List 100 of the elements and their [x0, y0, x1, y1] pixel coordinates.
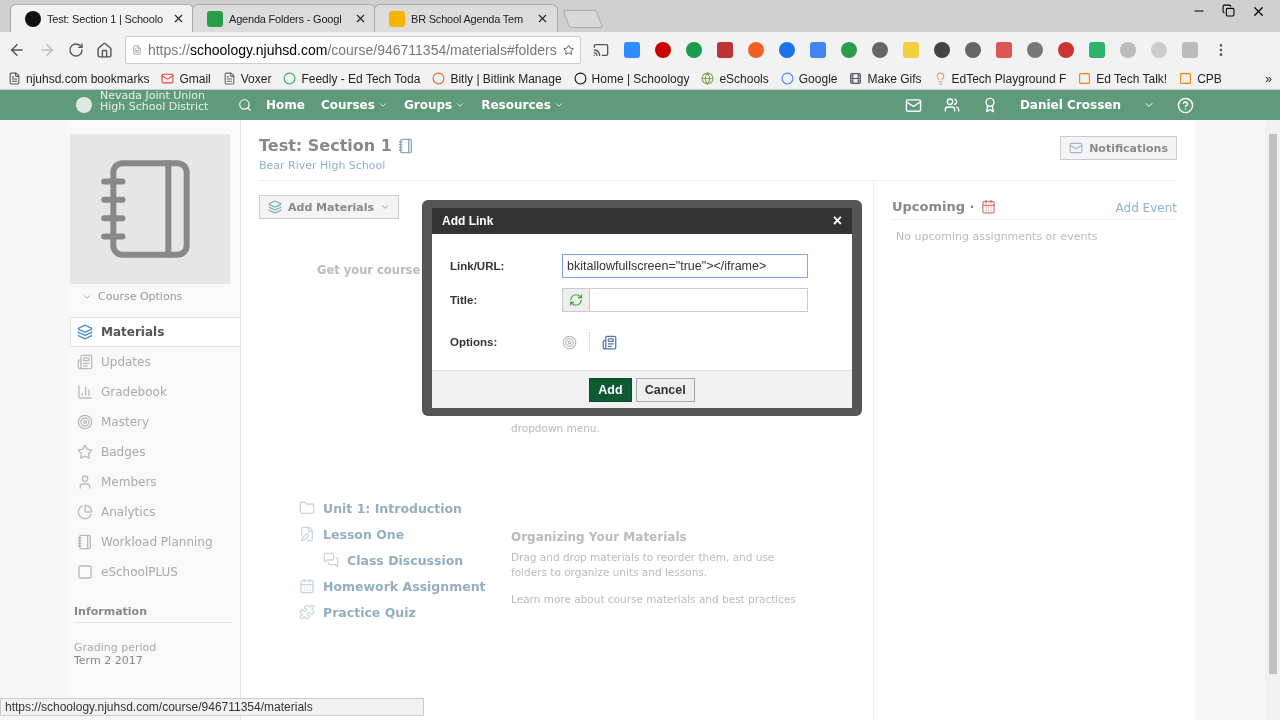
calendar-icon [980, 198, 996, 214]
more-bookmarks-button[interactable]: » [1265, 71, 1272, 86]
mail-icon [1069, 141, 1084, 155]
bookmark-link[interactable]: Ed Tech Talk! [1078, 71, 1168, 86]
bookmark-link[interactable]: Gmail [161, 71, 211, 86]
browser-tab[interactable]: Test: Section 1 | Schoolo [10, 4, 194, 32]
bookmark-icon [780, 72, 794, 85]
browser-tab[interactable]: BR School Agenda Tem [374, 4, 558, 32]
extension-icon[interactable] [655, 42, 671, 58]
logo-icon [76, 97, 92, 113]
learn-more-link[interactable]: Learn more about course materials and best practices [511, 592, 811, 607]
bookmark-icon [849, 72, 863, 85]
bookmark-star-icon[interactable] [562, 42, 574, 58]
sidebar-item[interactable]: Analytics [70, 497, 240, 527]
cast-icon[interactable] [593, 42, 609, 58]
mail-icon[interactable] [904, 96, 922, 114]
empty-message: No upcoming assignments or events [895, 230, 1099, 243]
nav-link[interactable]: Home [266, 98, 305, 112]
reload-icon[interactable] [68, 42, 84, 58]
material-item[interactable]: Practice Quiz [299, 604, 511, 620]
sidebar-item[interactable]: Gradebook [70, 377, 240, 407]
quiz-icon [299, 604, 315, 620]
material-item[interactable]: Homework Assignment [299, 578, 511, 594]
refresh-button[interactable] [563, 289, 590, 311]
bookmark-link[interactable]: CPB [1179, 71, 1222, 86]
search-icon[interactable] [238, 98, 252, 112]
add-button[interactable]: Add [589, 377, 632, 402]
text-block-icon[interactable] [602, 334, 617, 350]
caret-icon [553, 100, 564, 110]
url-input[interactable]: bkitallowfullscreen="true"></iframe> [562, 254, 808, 278]
members-icon [77, 474, 93, 490]
close-icon[interactable] [536, 12, 549, 25]
bookmark-link[interactable]: njuhsd.com bookmarks [8, 71, 150, 86]
grading-period-label: Grading period [73, 641, 158, 654]
bookmark-icon [701, 72, 715, 85]
field-label: Title: [450, 294, 479, 306]
bookmark-link[interactable]: Home | Schoology [573, 71, 690, 86]
sidebar-item[interactable]: Workload Planning [70, 527, 240, 557]
sidebar-item[interactable]: Badges [70, 437, 240, 467]
field-label: Link/URL: [450, 260, 506, 272]
people-icon[interactable] [943, 97, 960, 113]
extension-icon[interactable] [1027, 42, 1043, 58]
sidebar-item[interactable]: Updates [70, 347, 240, 377]
extension-icon[interactable] [872, 42, 888, 58]
status-bar-url: https://schoology.njuhsd.com/course/946711354/materials [0, 698, 424, 716]
nav-link[interactable]: Groups [403, 98, 466, 112]
bookmark-link[interactable]: eSchools [701, 71, 769, 86]
extension-icon[interactable] [1058, 42, 1074, 58]
sidebar-item[interactable]: eSchoolPLUS [70, 557, 240, 587]
discussion-icon [323, 552, 339, 568]
material-item[interactable]: Lesson One [299, 526, 511, 542]
organizing-title: Organizing Your Materials [511, 530, 688, 544]
refresh-icon [569, 293, 583, 307]
close-button[interactable]: × [832, 212, 842, 230]
cancel-button[interactable]: Cancel [635, 377, 695, 402]
folder-icon [299, 500, 315, 516]
bookmark-link[interactable]: EdTech Playground F [933, 71, 1067, 86]
forward-icon[interactable] [38, 41, 56, 59]
bookmark-icon [222, 72, 236, 85]
material-item[interactable]: Class Discussion [299, 552, 511, 568]
sidebar-item[interactable]: Mastery [70, 407, 240, 437]
user-name[interactable]: Daniel Crossen [1019, 98, 1121, 112]
nav-link[interactable]: Resources [481, 98, 564, 112]
home-icon[interactable] [96, 41, 113, 59]
bookmark-link[interactable]: Feedly - Ed Tech Toda [283, 71, 421, 86]
bookmark-icon [1179, 72, 1193, 85]
sidebar-item[interactable]: Members [70, 467, 240, 497]
bookmark-icon [432, 72, 446, 85]
restore-icon[interactable] [1222, 3, 1235, 17]
bookmark-link[interactable]: Bitly | Bitlink Manage [432, 71, 562, 86]
title-input[interactable] [562, 288, 808, 312]
bookmark-link[interactable]: Voxer [222, 71, 272, 86]
material-item[interactable]: Unit 1: Introduction [299, 500, 511, 516]
bookmark-link[interactable]: Google [780, 71, 838, 86]
section-heading: Information [74, 605, 232, 623]
extension-icon[interactable] [965, 42, 981, 58]
target-icon[interactable] [562, 334, 577, 350]
sidebar-item[interactable]: Materials [70, 317, 240, 347]
close-icon[interactable] [172, 12, 185, 25]
address-bar[interactable]: https://schoology.njuhsd.com/course/946711354/materials#folders [125, 36, 581, 64]
back-icon[interactable] [8, 41, 26, 59]
extension-icon[interactable] [779, 42, 795, 58]
favicon-icon [389, 10, 405, 27]
nav-link[interactable]: Courses [320, 98, 388, 112]
course-title: Test: Section 1 [259, 136, 392, 155]
help-icon[interactable] [1177, 96, 1194, 114]
bookmark-link[interactable]: Make Gifs [849, 71, 922, 86]
extension-icon[interactable] [934, 42, 950, 58]
close-icon[interactable] [354, 12, 367, 25]
notifications-button[interactable]: Notifications [1060, 136, 1177, 160]
empty-state-heading: Get your course [317, 263, 421, 277]
organizing-text: Drag and drop materials to reorder them, and use folders to organize units and lessons. [511, 550, 776, 580]
notebook-icon [397, 137, 414, 154]
course-options-link[interactable]: Course Options [70, 284, 240, 309]
add-materials-button[interactable]: Add Materials [259, 195, 400, 219]
browser-tab[interactable]: Agenda Folders - Googl [192, 4, 376, 32]
scrollbar-thumb[interactable] [1268, 134, 1277, 674]
school-link[interactable]: Bear River High School [259, 159, 414, 172]
page-icon [132, 43, 142, 57]
add-event-link[interactable]: Add Event [1115, 201, 1177, 215]
